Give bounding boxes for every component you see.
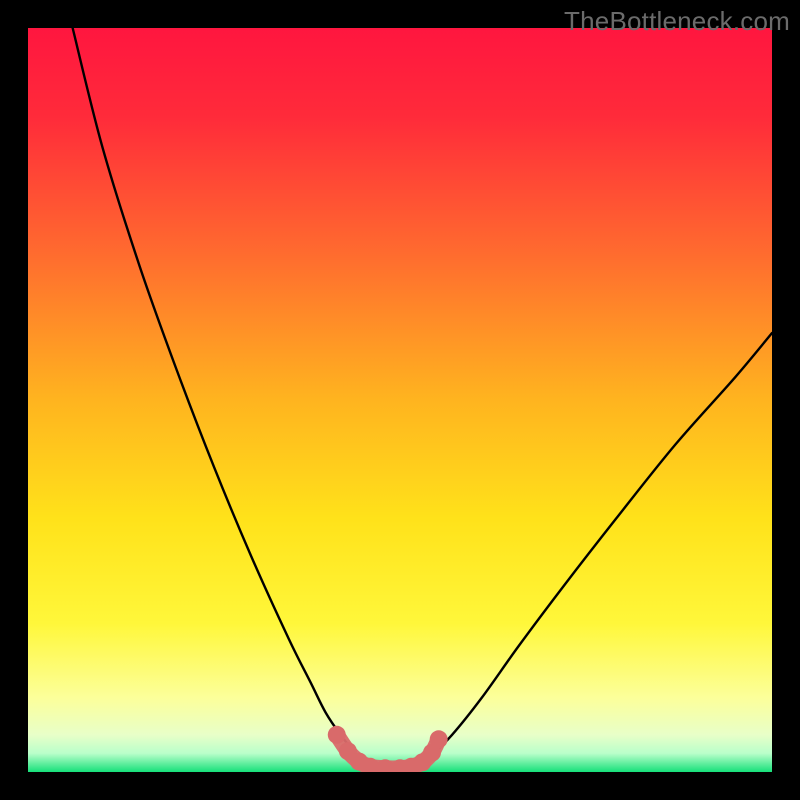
chart-frame: TheBottleneck.com: [0, 0, 800, 800]
gradient-background: [28, 28, 772, 772]
chart-svg: [28, 28, 772, 772]
watermark-text: TheBottleneck.com: [564, 6, 790, 37]
plot-area: [28, 28, 772, 772]
